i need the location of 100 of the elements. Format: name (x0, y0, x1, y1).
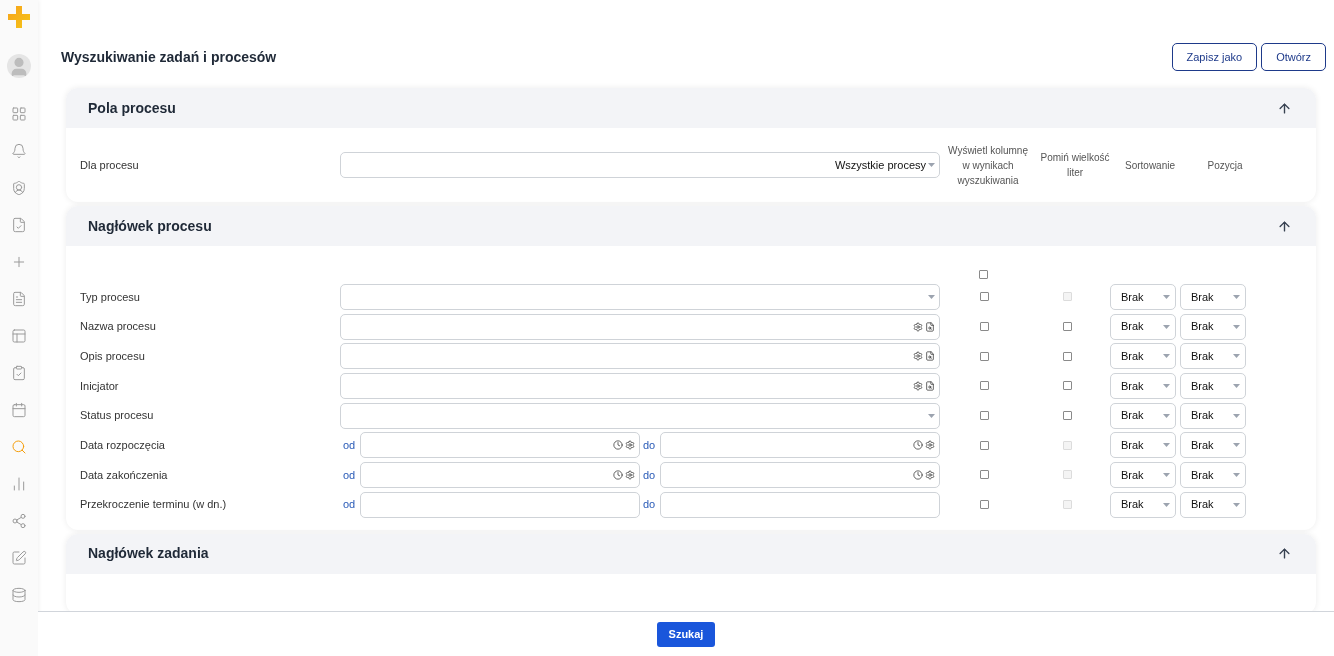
gear-icon[interactable] (625, 469, 635, 480)
dropdown[interactable]: Brak (1110, 402, 1176, 429)
dropdown[interactable]: Brak (1180, 402, 1246, 429)
gear-icon[interactable] (913, 321, 923, 332)
caret-icon (1233, 413, 1240, 418)
header-button[interactable]: Otwórz (1261, 43, 1326, 71)
page-title: Wyszukiwanie zadań i procesów (61, 47, 277, 67)
field-label: Dla procesu (80, 157, 140, 173)
gear-icon[interactable] (925, 440, 935, 451)
dropdown[interactable]: Brak (1180, 491, 1246, 518)
checkbox[interactable] (1062, 411, 1072, 421)
caret-icon (1163, 443, 1170, 448)
caret-icon (1233, 324, 1240, 329)
dropdown[interactable]: Brak (1110, 491, 1176, 518)
gear-icon[interactable] (913, 351, 923, 362)
clock-icon[interactable] (613, 469, 623, 480)
input-field[interactable] (340, 313, 940, 340)
checkbox[interactable] (979, 270, 988, 279)
input-field[interactable] (340, 372, 940, 399)
edit-icon[interactable] (11, 550, 27, 566)
dropdown[interactable]: Brak (1180, 372, 1246, 399)
dropdown[interactable]: Brak (1110, 343, 1176, 370)
input-field[interactable] (360, 461, 640, 488)
document-checklist-icon[interactable] (11, 217, 27, 233)
range-label: do (642, 467, 657, 483)
plus-logo-icon[interactable] (7, 5, 31, 29)
calendar-icon[interactable] (11, 402, 27, 418)
dropdown[interactable]: Brak (1110, 432, 1176, 459)
checkbox[interactable] (979, 381, 989, 391)
field-label: Data rozpoczęcia (80, 438, 166, 454)
database-icon[interactable] (11, 587, 27, 603)
panel-header[interactable]: Pola procesu (66, 88, 1316, 128)
search-icon[interactable] (11, 439, 27, 455)
caret-icon (1163, 383, 1170, 388)
dropdown[interactable]: Brak (1180, 432, 1246, 459)
document-icon[interactable] (925, 321, 935, 332)
checkbox[interactable] (979, 322, 989, 332)
caret-icon (928, 294, 935, 299)
caret-icon (1233, 383, 1240, 388)
clipboard-check-icon[interactable] (11, 365, 27, 381)
dropdown[interactable]: Brak (1110, 461, 1176, 488)
input-field[interactable] (360, 432, 640, 459)
gear-icon[interactable] (925, 469, 935, 480)
dropdown[interactable]: Brak (1180, 313, 1246, 340)
input-field[interactable] (660, 432, 940, 459)
caret-icon (1163, 324, 1170, 329)
caret-icon (928, 163, 935, 167)
input-field[interactable] (660, 491, 940, 518)
grid-icon[interactable] (11, 106, 27, 122)
dropdown[interactable]: Brak (1180, 461, 1246, 488)
gear-icon[interactable] (913, 380, 923, 391)
document-icon[interactable] (925, 380, 935, 391)
column-header: Sortowanie (1124, 158, 1176, 173)
checkbox[interactable] (979, 440, 989, 450)
layout-icon[interactable] (11, 328, 27, 344)
document-icon[interactable] (925, 351, 935, 362)
panel-title: Pola procesu (88, 98, 176, 118)
checkbox[interactable] (1062, 351, 1072, 361)
clock-icon[interactable] (913, 440, 923, 451)
input-field[interactable] (340, 343, 940, 370)
panel-header[interactable]: Nagłówek zadania (66, 533, 1316, 574)
share-icon[interactable] (11, 513, 27, 529)
bar-chart-icon[interactable] (11, 476, 27, 492)
dropdown[interactable]: Brak (1180, 283, 1246, 310)
field-label: Opis procesu (80, 348, 146, 364)
clock-icon[interactable] (913, 469, 923, 480)
panel-header[interactable]: Nagłówek procesu (66, 206, 1316, 246)
header-button[interactable]: Zapisz jako (1171, 43, 1258, 71)
dropdown[interactable]: Wszystkie procesy (340, 152, 940, 178)
checkbox[interactable] (979, 351, 989, 361)
checkbox[interactable] (979, 500, 989, 510)
dropdown[interactable] (340, 402, 940, 429)
shield-user-icon[interactable] (11, 180, 27, 196)
checkbox[interactable] (979, 470, 989, 480)
column-header: Wyświetl kolumnę w wynikach wyszukiwania (947, 143, 1029, 188)
input-field[interactable] (660, 461, 940, 488)
caret-icon (1163, 502, 1170, 507)
checkbox[interactable] (1062, 381, 1072, 391)
dropdown[interactable] (340, 283, 940, 310)
dropdown[interactable]: Brak (1180, 343, 1246, 370)
search-button[interactable]: Szukaj (657, 621, 715, 647)
field-label: Inicjator (80, 378, 120, 394)
bell-icon[interactable] (11, 143, 27, 159)
gear-icon[interactable] (625, 440, 635, 451)
input-field[interactable] (360, 491, 640, 518)
plus-icon[interactable] (11, 254, 27, 270)
avatar[interactable] (7, 54, 31, 78)
checkbox[interactable] (1062, 322, 1072, 332)
checkbox[interactable] (979, 411, 989, 421)
range-label: do (642, 438, 657, 454)
range-label: od (342, 497, 357, 513)
clock-icon[interactable] (613, 440, 623, 451)
dropdown[interactable]: Brak (1110, 283, 1176, 310)
dropdown[interactable]: Brak (1110, 313, 1176, 340)
dropdown[interactable]: Brak (1110, 372, 1176, 399)
panel-title: Nagłówek procesu (88, 216, 212, 236)
panel-title: Nagłówek zadania (88, 544, 209, 563)
checkbox[interactable] (979, 292, 989, 302)
range-label: od (342, 467, 357, 483)
document-icon[interactable] (11, 291, 27, 307)
